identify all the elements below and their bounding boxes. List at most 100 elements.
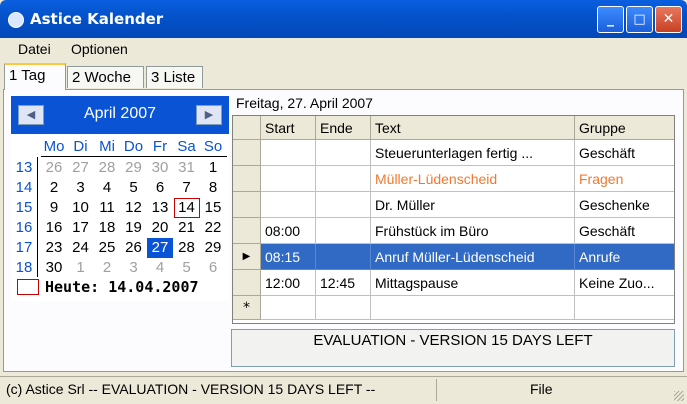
title-bar[interactable]: Astice Kalender _ □ ✕ [0, 0, 687, 38]
calendar-day[interactable]: 26 [41, 158, 67, 178]
cell-start[interactable] [261, 166, 316, 192]
row-header[interactable] [233, 192, 261, 218]
calendar-day[interactable]: 23 [41, 238, 67, 258]
cell-text[interactable]: Dr. Müller [371, 192, 575, 218]
menu-datei[interactable]: Datei [18, 41, 51, 57]
row-header[interactable] [233, 140, 261, 166]
calendar-day[interactable]: 26 [121, 238, 147, 258]
week-number[interactable]: 18 [11, 259, 37, 276]
calendar-day[interactable]: 10 [68, 198, 94, 218]
calendar-day[interactable]: 7 [174, 178, 200, 198]
column-header-gruppe[interactable]: Gruppe [575, 116, 674, 140]
row-header[interactable] [233, 166, 261, 192]
week-number[interactable]: 16 [11, 219, 37, 236]
calendar-day[interactable]: 2 [94, 258, 120, 278]
calendar-day[interactable]: 12 [121, 198, 147, 218]
close-button[interactable]: ✕ [655, 6, 682, 33]
calendar-day[interactable]: 6 [147, 178, 173, 198]
cell-end[interactable] [316, 218, 371, 244]
column-header-text[interactable]: Text [371, 116, 575, 140]
row-header[interactable] [233, 218, 261, 244]
cell-text[interactable]: Mittagspause [371, 270, 575, 296]
cell-end[interactable] [316, 166, 371, 192]
calendar-day[interactable]: 24 [68, 238, 94, 258]
calendar-day[interactable]: 14 [173, 198, 200, 218]
week-number[interactable]: 15 [11, 199, 37, 216]
cell-text[interactable]: Müller-Lüdenscheid [371, 166, 575, 192]
calendar-day[interactable]: 5 [174, 258, 200, 278]
cell-end[interactable]: 12:45 [316, 270, 371, 296]
column-header-ende[interactable]: Ende [316, 116, 371, 140]
cell-group[interactable]: Geschäft [575, 140, 674, 166]
calendar-day[interactable]: 1 [68, 258, 94, 278]
cell-start[interactable]: 08:15 [261, 244, 316, 270]
calendar-day[interactable]: 6 [200, 258, 226, 278]
week-number[interactable]: 17 [11, 239, 37, 256]
minimize-button[interactable]: _ [597, 6, 624, 33]
calendar-day[interactable]: 9 [41, 198, 67, 218]
calendar-day[interactable]: 29 [121, 158, 147, 178]
cell-end[interactable] [316, 192, 371, 218]
calendar-day[interactable]: 25 [94, 238, 120, 258]
calendar-day[interactable]: 20 [147, 218, 173, 238]
app-icon[interactable] [8, 12, 24, 28]
calendar-day[interactable]: 8 [200, 178, 226, 198]
cell-text[interactable]: Anruf Müller-Lüdenscheid [371, 244, 575, 270]
calendar-day[interactable]: 4 [94, 178, 120, 198]
cell-group[interactable]: Geschenke [575, 192, 674, 218]
prev-month-button[interactable]: ◀ [18, 105, 44, 125]
tab-liste[interactable]: 3 Liste [146, 66, 203, 88]
menu-optionen[interactable]: Optionen [71, 41, 128, 57]
calendar-day[interactable]: 3 [68, 178, 94, 198]
cell-start[interactable] [261, 140, 316, 166]
new-row-cell[interactable] [575, 296, 674, 320]
calendar-day[interactable]: 22 [200, 218, 226, 238]
calendar-day[interactable]: 15 [200, 198, 226, 218]
calendar-day[interactable]: 27 [68, 158, 94, 178]
new-row-cell[interactable] [371, 296, 575, 320]
cell-end[interactable] [316, 244, 371, 270]
calendar-day[interactable]: 30 [41, 258, 67, 278]
new-row-cell[interactable] [261, 296, 316, 320]
calendar-day[interactable]: 18 [94, 218, 120, 238]
column-header-start[interactable]: Start [261, 116, 316, 140]
cell-text[interactable]: Frühstück im Büro [371, 218, 575, 244]
calendar-day[interactable]: 21 [174, 218, 200, 238]
calendar-day[interactable]: 30 [147, 158, 173, 178]
row-header[interactable]: ▶ [233, 244, 261, 270]
calendar-day[interactable]: 17 [68, 218, 94, 238]
row-header[interactable] [233, 270, 261, 296]
week-number[interactable]: 14 [11, 179, 37, 196]
calendar-day[interactable]: 5 [121, 178, 147, 198]
cell-group[interactable]: Anrufe [575, 244, 674, 270]
calendar-day[interactable]: 11 [94, 198, 120, 218]
calendar-day[interactable]: 31 [174, 158, 200, 178]
cell-text[interactable]: Steuerunterlagen fertig ... [371, 140, 575, 166]
maximize-button[interactable]: □ [626, 6, 653, 33]
cell-start[interactable]: 08:00 [261, 218, 316, 244]
calendar-day[interactable]: 19 [121, 218, 147, 238]
new-row-header[interactable]: * [233, 296, 261, 320]
calendar-day[interactable]: 13 [147, 198, 173, 218]
today-label[interactable]: Heute: 14.04.2007 [45, 278, 199, 296]
tab-tag[interactable]: 1 Tag [4, 63, 66, 90]
new-row-cell[interactable] [316, 296, 371, 320]
calendar-day[interactable]: 2 [41, 178, 67, 198]
week-number[interactable]: 13 [11, 159, 37, 176]
cell-group[interactable]: Fragen [575, 166, 674, 192]
tab-woche[interactable]: 2 Woche [67, 66, 144, 88]
cell-group[interactable]: Geschäft [575, 218, 674, 244]
calendar-day[interactable]: 28 [174, 238, 200, 258]
calendar-day[interactable]: 27 [147, 238, 173, 258]
cell-start[interactable]: 12:00 [261, 270, 316, 296]
cell-end[interactable] [316, 140, 371, 166]
cell-start[interactable] [261, 192, 316, 218]
calendar-day[interactable]: 4 [147, 258, 173, 278]
calendar-day[interactable]: 29 [200, 238, 226, 258]
next-month-button[interactable]: ▶ [196, 105, 222, 125]
calendar-day[interactable]: 3 [121, 258, 147, 278]
cell-group[interactable]: Keine Zuo... [575, 270, 674, 296]
calendar-day[interactable]: 1 [200, 158, 226, 178]
resize-grip[interactable] [674, 391, 684, 401]
calendar-day[interactable]: 28 [94, 158, 120, 178]
